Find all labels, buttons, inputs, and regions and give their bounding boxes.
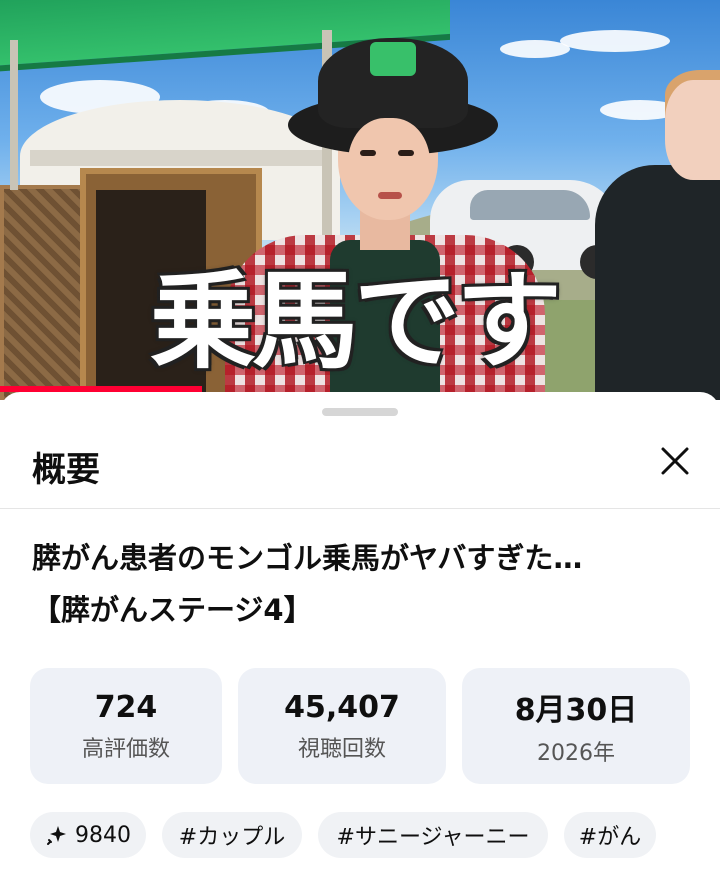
drag-handle[interactable] bbox=[322, 408, 398, 416]
person-right-face bbox=[665, 80, 720, 180]
chip-label: #がん bbox=[578, 825, 642, 850]
eye-right bbox=[398, 150, 414, 156]
sparkle-icon bbox=[45, 824, 67, 846]
video-caption: 乗馬です bbox=[150, 260, 562, 383]
face-front bbox=[348, 118, 430, 216]
person-right bbox=[595, 165, 720, 400]
ger-band bbox=[30, 150, 330, 166]
cloud bbox=[560, 30, 670, 52]
video-title: 膵がん患者のモンゴル乗馬がヤバすぎた… 【膵がんステージ4】 bbox=[32, 532, 692, 636]
sheet-title: 概要 bbox=[32, 450, 100, 490]
chip-hashtag-cancer[interactable]: #がん bbox=[564, 812, 656, 858]
stat-views-label: 視聴回数 bbox=[297, 736, 386, 762]
hat-badge bbox=[370, 42, 416, 76]
chip-hashtag-sunny-journey[interactable]: #サニージャーニー bbox=[318, 812, 548, 858]
stat-likes-label: 高評価数 bbox=[81, 736, 170, 762]
stat-views: 45,407 視聴回数 bbox=[238, 668, 446, 784]
car-window bbox=[470, 190, 590, 220]
cloud bbox=[500, 40, 570, 58]
stat-date: 8月30日 2026年 bbox=[462, 668, 690, 784]
canopy-pole bbox=[10, 40, 18, 190]
divider bbox=[0, 508, 720, 509]
mouth bbox=[378, 192, 402, 199]
video-title-line-1: 膵がん患者のモンゴル乗馬がヤバすぎた… bbox=[32, 541, 583, 575]
stat-date-value: 8月30日 bbox=[514, 693, 638, 728]
carved-panel bbox=[0, 185, 90, 400]
stat-likes-value: 724 bbox=[94, 689, 158, 725]
chip-hashtag-couple[interactable]: #カップル bbox=[162, 812, 302, 858]
chip-sparkle-count[interactable]: 9840 bbox=[30, 812, 146, 858]
chip-label: 9840 bbox=[75, 822, 131, 848]
stat-date-label: 2026年 bbox=[537, 741, 615, 766]
chip-label: #カップル bbox=[178, 825, 286, 850]
close-button[interactable] bbox=[650, 436, 700, 486]
video-player[interactable]: 乗馬です bbox=[0, 0, 720, 400]
stat-views-value: 45,407 bbox=[284, 689, 400, 725]
stat-likes: 724 高評価数 bbox=[30, 668, 222, 784]
eye-left bbox=[360, 150, 376, 156]
close-icon bbox=[661, 447, 689, 475]
description-sheet: 概要 膵がん患者のモンゴル乗馬がヤバすぎた… 【膵がんステージ4】 724 高評… bbox=[0, 392, 720, 878]
chip-label: #サニージャーニー bbox=[336, 825, 530, 850]
video-title-line-2: 【膵がんステージ4】 bbox=[32, 593, 313, 627]
